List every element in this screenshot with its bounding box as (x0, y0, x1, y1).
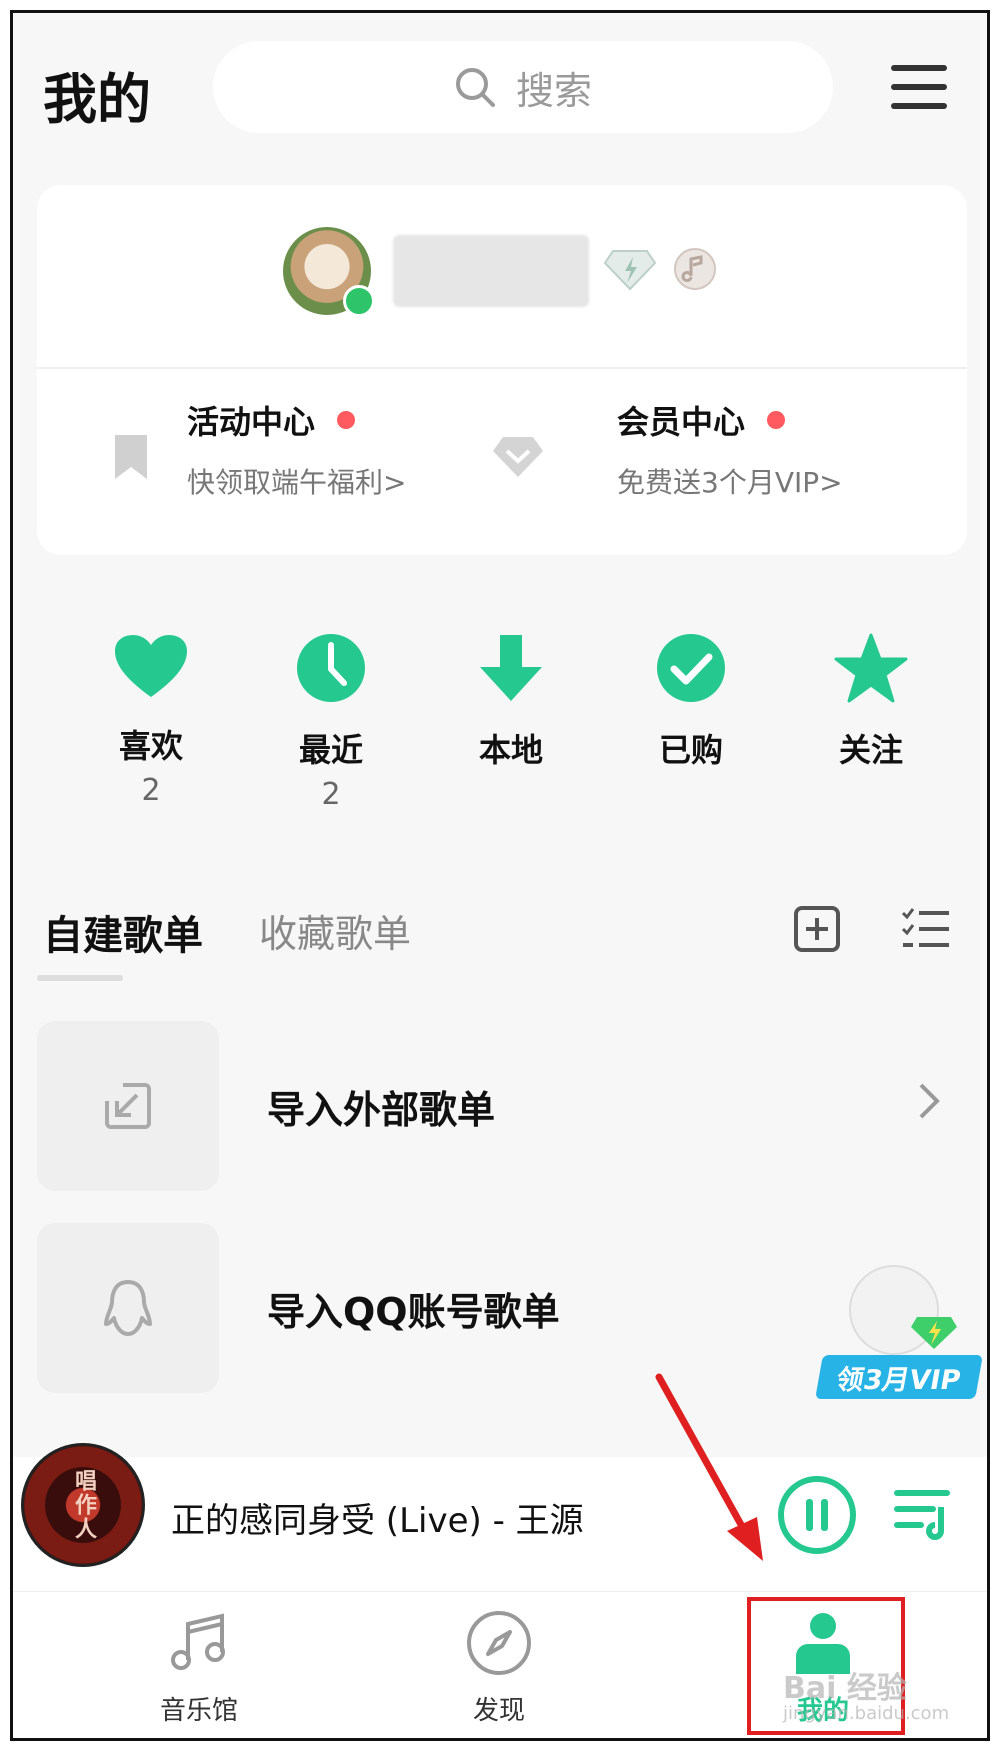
promo-label: 领3月VIP (815, 1355, 983, 1399)
list-thumb (37, 1223, 219, 1393)
nav-music-hall[interactable]: 音乐馆 (119, 1610, 279, 1727)
gem-icon (911, 1317, 957, 1349)
list-thumb (37, 1021, 219, 1191)
manage-list-icon[interactable] (901, 907, 951, 949)
watermark-url: jingyan.baidu.com (783, 1703, 950, 1724)
menu-icon[interactable] (889, 61, 949, 113)
song-title: 正的感同身受 (Live) - 王源 (171, 1501, 584, 1541)
star-icon (834, 633, 908, 703)
qq-penguin-icon (104, 1280, 152, 1336)
add-playlist-icon[interactable] (793, 905, 841, 953)
check-circle-icon (657, 634, 725, 702)
list-item-label: 导入QQ账号歌单 (267, 1290, 560, 1334)
album-cover-text: 唱作人 (71, 1469, 96, 1541)
tab-underline (37, 975, 123, 981)
activity-center[interactable]: 活动中心 快领取端午福利> (187, 397, 406, 517)
nav-music-hall-label: 音乐馆 (159, 1696, 238, 1726)
tab-fav-playlists[interactable]: 收藏歌单 (259, 903, 411, 958)
pause-icon[interactable] (777, 1475, 857, 1555)
quick-local-label: 本地 (478, 731, 543, 769)
watermark: Bai 经验 (783, 1671, 907, 1706)
notification-dot (337, 411, 356, 429)
username-blurred[interactable] (393, 235, 589, 307)
annotation-arrow-icon (655, 1373, 763, 1561)
music-note-icon (171, 1613, 225, 1670)
heart-icon (115, 635, 187, 697)
quick-follow-label: 关注 (838, 731, 903, 769)
search-placeholder: 搜索 (515, 68, 592, 113)
vip-promo-badge[interactable]: 领3月VIP (813, 1265, 983, 1405)
quick-local[interactable]: 本地 (451, 633, 571, 771)
tab-self-playlists[interactable]: 自建歌单 (43, 903, 203, 961)
album-cover[interactable]: 唱作人 (21, 1443, 145, 1567)
nav-discover-label: 发现 (472, 1696, 525, 1726)
header: 我的 搜索 (13, 13, 987, 173)
quick-purchased-label: 已购 (658, 731, 723, 769)
quick-recent[interactable]: 最近 2 (271, 633, 391, 812)
quick-recent-label: 最近 (298, 731, 363, 769)
now-playing-bar[interactable]: 唱作人 正的感同身受 (Live) - 王源 (13, 1443, 987, 1591)
wechat-badge-icon (343, 285, 375, 317)
quick-follow[interactable]: 关注 (811, 633, 931, 771)
activity-center-title: 活动中心 (187, 403, 316, 441)
profile-card: 活动中心 快领取端午福利> 会员中心 免费送3个月VIP> (37, 185, 967, 555)
quick-like[interactable]: 喜欢 2 (91, 633, 211, 808)
clock-icon (297, 634, 365, 702)
music-badge-icon[interactable] (669, 247, 721, 291)
download-icon (480, 635, 542, 701)
avatar[interactable] (283, 227, 375, 317)
quick-recent-count: 2 (321, 777, 341, 812)
member-center-subtitle: 免费送3个月VIP> (617, 466, 843, 499)
vip-diamond-icon[interactable] (603, 247, 657, 291)
playlist-queue-icon[interactable] (893, 1483, 953, 1543)
search-bar[interactable]: 搜索 (213, 41, 833, 133)
member-center-title: 会员中心 (617, 403, 746, 441)
nav-discover[interactable]: 发现 (419, 1610, 579, 1727)
import-icon (105, 1083, 151, 1129)
activity-center-subtitle: 快领取端午福利> (187, 466, 407, 499)
search-icon (455, 68, 495, 107)
member-center[interactable]: 会员中心 免费送3个月VIP> (617, 397, 843, 517)
page-title: 我的 (43, 68, 151, 131)
chevron-right-icon (919, 1083, 940, 1119)
list-item-label: 导入外部歌单 (267, 1088, 496, 1132)
quick-like-label: 喜欢 (118, 727, 183, 765)
compass-icon (467, 1611, 531, 1675)
app-frame: 我的 搜索 活动中心 快领取端午福利> 会员中心 免费送3个月VIP> 喜欢 2… (10, 10, 990, 1741)
bookmark-icon (115, 435, 147, 479)
quick-purchased[interactable]: 已购 (631, 633, 751, 771)
import-external-playlist[interactable]: 导入外部歌单 (37, 1021, 967, 1191)
quick-like-count: 2 (141, 773, 161, 808)
diamond-icon (493, 437, 543, 477)
card-divider (37, 367, 967, 369)
notification-dot (767, 411, 786, 429)
